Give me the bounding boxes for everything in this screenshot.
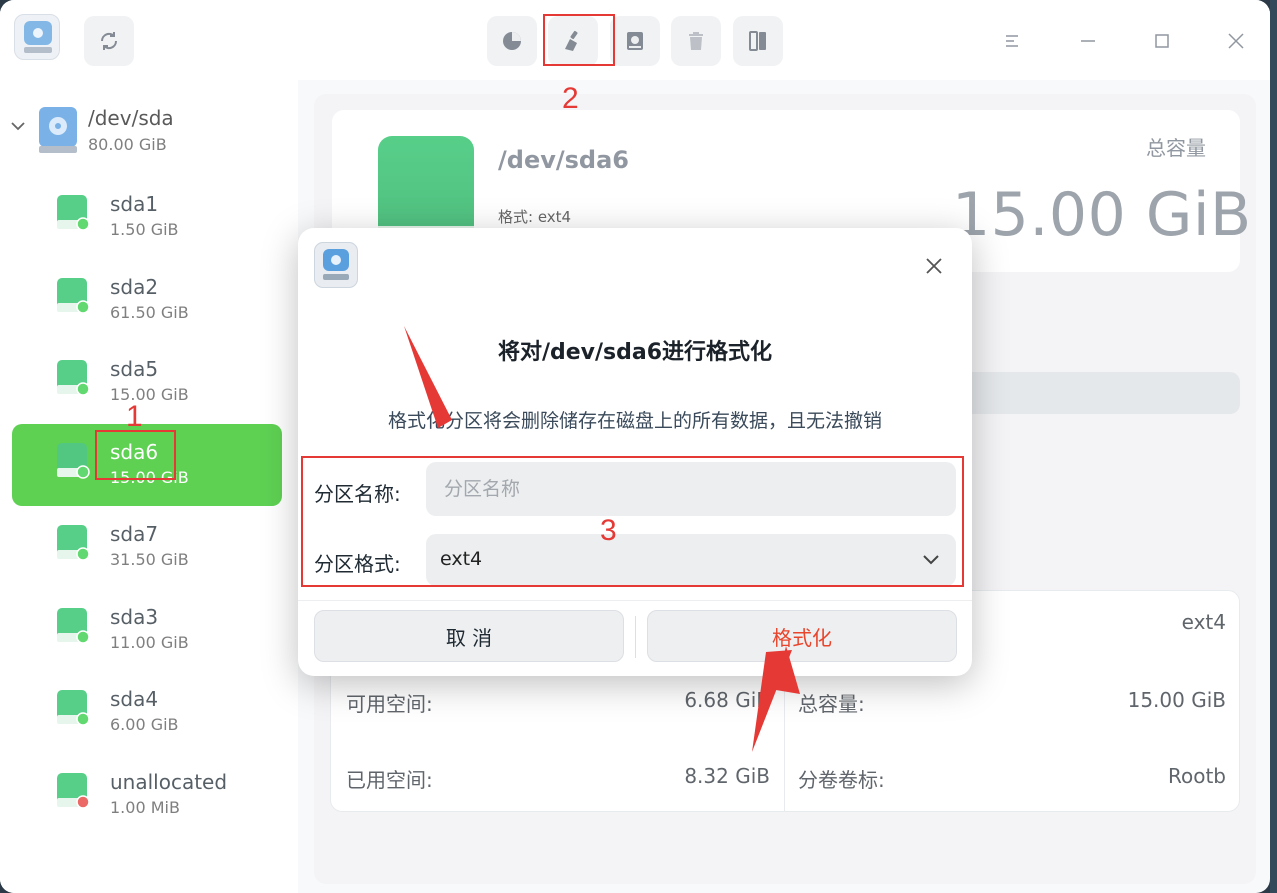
dialog-app-icon — [314, 242, 358, 288]
dialog-separator — [298, 600, 972, 601]
desktop-background — [1270, 0, 1277, 893]
dialog-close-icon[interactable] — [922, 254, 946, 278]
annotation-box-fields — [301, 456, 964, 587]
button-separator — [635, 616, 636, 658]
annotation-number-1: 1 — [126, 400, 143, 433]
annotation-box-sda6 — [95, 430, 176, 480]
annotation-box-format-button — [543, 14, 615, 66]
format-confirm-button[interactable]: 格式化 — [647, 610, 957, 662]
format-dialog: 将对/dev/sda6进行格式化 格式化分区将会删除储存在磁盘上的所有数据，且无… — [298, 228, 972, 676]
dialog-title: 将对/dev/sda6进行格式化 — [497, 340, 773, 365]
cancel-button[interactable]: 取 消 — [314, 610, 624, 662]
dialog-warning: 格式化分区将会删除储存在磁盘上的所有数据，且无法撤销 — [387, 410, 882, 432]
annotation-number-3: 3 — [600, 514, 617, 547]
annotation-number-2: 2 — [562, 82, 579, 115]
